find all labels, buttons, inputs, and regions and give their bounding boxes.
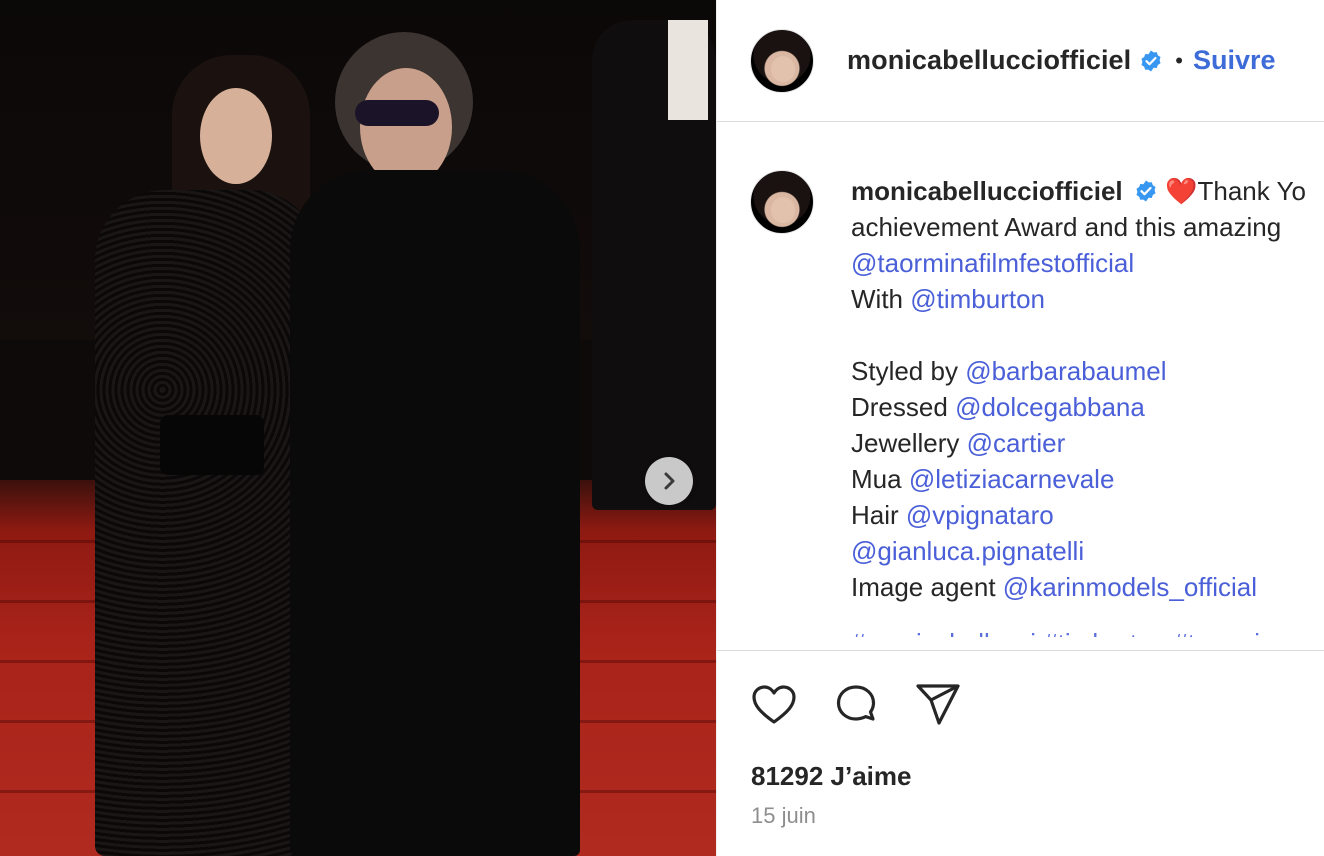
heart-icon [752,685,796,724]
mention-link[interactable]: @dolcegabbana [955,392,1145,422]
photo-clutch-bag [160,415,264,475]
mention-link[interactable]: @timburton [910,284,1045,314]
mention-link[interactable]: @vpignataro [906,500,1054,530]
follow-button[interactable]: Suivre [1193,45,1276,76]
caption-text-part: Thank Yo [1197,176,1306,206]
caption-line: monicabellucciofficiel ❤️Thank Yo [851,173,1324,209]
comment-button[interactable] [832,681,880,729]
likes-count[interactable]: 81292 J’aime [751,761,911,792]
post-photo[interactable] [0,0,716,856]
mention-link[interactable]: @taorminafilmfestofficial [851,245,1324,281]
hashtags-line[interactable]: #monicabellucci #timburton #taormina [851,625,1324,637]
author-avatar[interactable] [750,28,814,93]
credit-line: Styled by @barbarabaumel [851,353,1324,389]
credit-line: Image agent @karinmodels_official [851,569,1324,605]
credit-label: Dressed [851,392,948,422]
photo-man-suit [290,170,580,856]
credit-label: Styled by [851,356,958,386]
photo-man-glasses [355,100,439,126]
mention-link[interactable]: @letiziacarnevale [909,464,1115,494]
like-button[interactable] [750,681,798,729]
credit-line: @gianluca.pignatelli [851,533,1324,569]
mention-link[interactable]: @gianluca.pignatelli [851,536,1084,566]
header-separator: • [1175,47,1183,73]
credit-label: Hair [851,500,899,530]
credit-line: Hair @vpignataro [851,497,1324,533]
caption-line: achievement Award and this amazing [851,212,1282,242]
credit-line: Jewellery @cartier [851,425,1324,461]
mention-link[interactable]: @barbarabaumel [965,356,1166,386]
credit-label: Mua [851,464,902,494]
post-header: monicabellucciofficiel • Suivre [717,0,1324,122]
comment-icon [836,685,876,721]
credit-line: Dressed @dolcegabbana [851,389,1324,425]
photo-background-shirt [668,20,708,120]
caption-line: With @timburton [851,281,1324,317]
verified-badge-icon [1134,179,1158,203]
mention-link[interactable]: @karinmodels_official [1003,572,1257,602]
next-photo-button[interactable] [645,457,693,505]
credit-label: Image agent [851,572,996,602]
credit-label: Jewellery [851,428,960,458]
caption-text: monicabellucciofficiel ❤️Thank Yo achiev… [851,173,1324,637]
caption-author[interactable]: monicabellucciofficiel [851,176,1123,206]
verified-badge-icon [1139,49,1163,73]
action-bar [750,681,962,729]
heart-emoji: ❤️ [1165,176,1198,206]
comments-area[interactable]: monicabellucciofficiel ❤️Thank Yo achiev… [717,122,1324,650]
caption-with-label: With [851,284,903,314]
post-caption: monicabellucciofficiel ❤️Thank Yo achiev… [750,170,1324,637]
photo-woman-dress [95,190,320,856]
paper-plane-icon [916,684,960,725]
share-button[interactable] [914,681,962,729]
credit-line: Mua @letiziacarnevale [851,461,1324,497]
chevron-right-icon [664,472,675,490]
caption-author-avatar[interactable] [750,170,814,234]
post-date[interactable]: 15 juin [751,803,816,829]
photo-woman-face [200,88,272,184]
post-side-panel: monicabellucciofficiel • Suivre monicabe… [716,0,1324,856]
post-actions: 81292 J’aime 15 juin [717,650,1324,828]
mention-link[interactable]: @cartier [967,428,1066,458]
author-username[interactable]: monicabellucciofficiel [847,45,1131,76]
photo-man-face [360,68,452,186]
